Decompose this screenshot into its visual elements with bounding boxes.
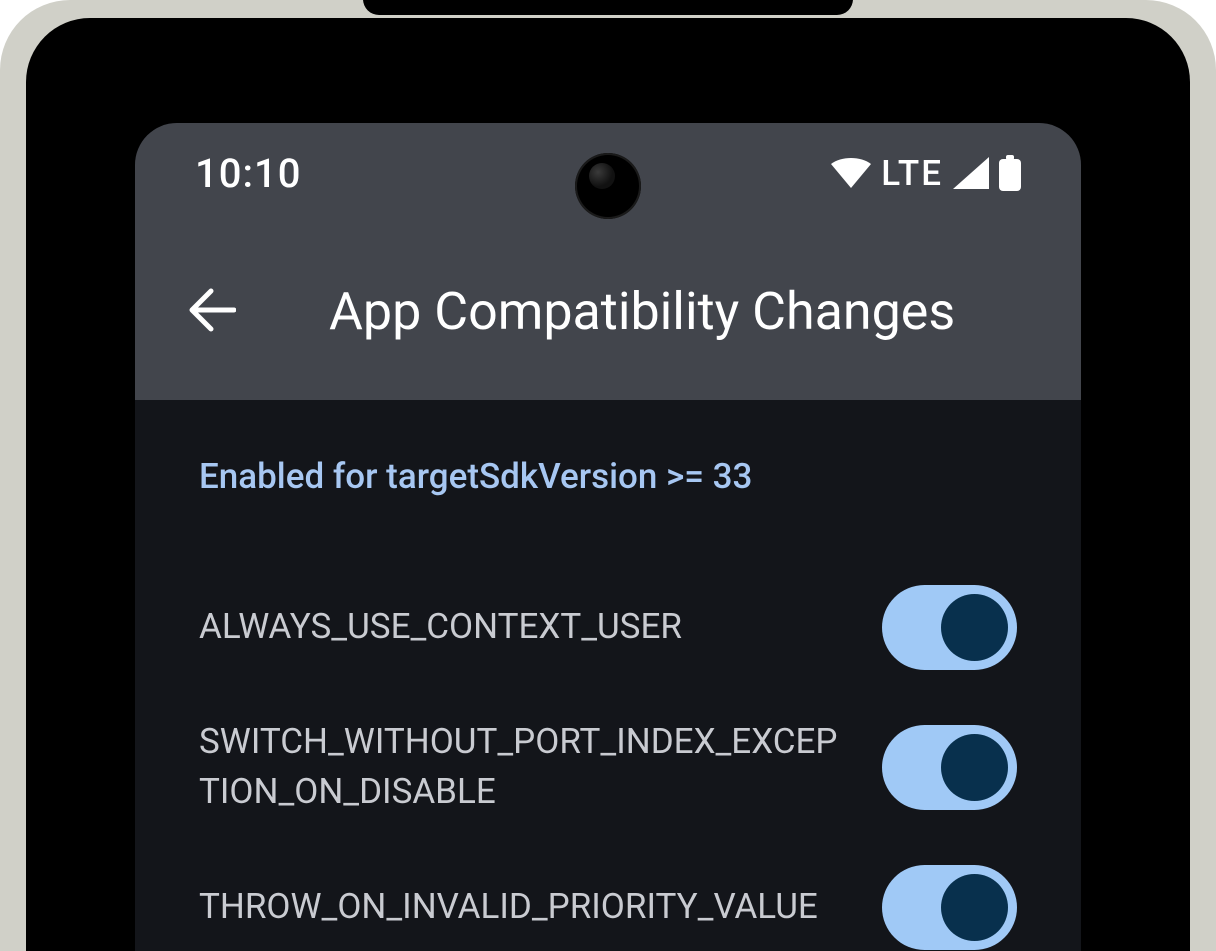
toggle-switch[interactable]: [882, 725, 1017, 810]
section-header: Enabled for targetSdkVersion >= 33: [199, 456, 1017, 497]
camera-hole: [575, 153, 641, 219]
status-time: 10:10: [195, 150, 301, 197]
device-bezel: 10:10 LTE: [26, 18, 1190, 951]
device-side-button: [1210, 660, 1216, 920]
setting-row[interactable]: SWITCH_WITHOUT_PORT_INDEX_EXCEPTION_ON_D…: [199, 697, 1017, 837]
toggle-switch[interactable]: [882, 585, 1017, 670]
app-bar: App Compatibility Changes: [135, 223, 1081, 400]
battery-icon: [999, 155, 1021, 191]
status-icons: LTE: [831, 153, 1021, 194]
content-area: Enabled for targetSdkVersion >= 33 ALWAY…: [135, 400, 1081, 951]
device-screen: 10:10 LTE: [135, 123, 1081, 951]
network-label: LTE: [881, 153, 943, 194]
wifi-icon: [831, 158, 871, 188]
arrow-left-icon: [186, 285, 236, 339]
setting-row[interactable]: THROW_ON_INVALID_PRIORITY_VALUE: [199, 837, 1017, 951]
phone-frame: 10:10 LTE: [0, 0, 1216, 951]
signal-icon: [953, 157, 989, 189]
device-bezel-inner: 10:10 LTE: [70, 56, 1146, 951]
toggle-switch[interactable]: [882, 865, 1017, 950]
back-button[interactable]: [183, 284, 239, 340]
setting-label: THROW_ON_INVALID_PRIORITY_VALUE: [199, 882, 818, 932]
page-title: App Compatibility Changes: [329, 281, 955, 342]
device-notch: [363, 0, 853, 15]
setting-label: ALWAYS_USE_CONTEXT_USER: [199, 602, 682, 652]
device-outer-case: 10:10 LTE: [0, 0, 1216, 951]
setting-row[interactable]: ALWAYS_USE_CONTEXT_USER: [199, 557, 1017, 697]
setting-label: SWITCH_WITHOUT_PORT_INDEX_EXCEPTION_ON_D…: [199, 717, 842, 816]
